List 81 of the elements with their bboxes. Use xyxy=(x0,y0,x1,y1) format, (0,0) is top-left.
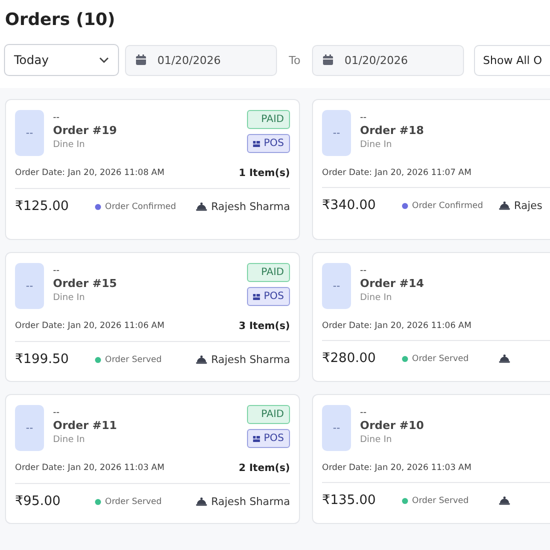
order-date: Order Date: Jan 20, 2026 11:08 AM xyxy=(15,168,164,179)
source-badge: POS xyxy=(247,134,290,153)
order-type: Dine In xyxy=(53,435,86,445)
order-type: Dine In xyxy=(53,293,86,303)
calendar-icon xyxy=(135,54,148,66)
chevron-down-icon xyxy=(99,57,110,63)
order-date: Order Date: Jan 20, 2026 11:03 AM xyxy=(322,463,472,473)
order-status: Order Served xyxy=(105,354,162,364)
item-count: 1 Item(s) xyxy=(238,168,290,179)
customer-name: -- xyxy=(360,408,368,418)
order-date: Order Date: Jan 20, 2026 11:07 AM xyxy=(322,168,472,178)
order-type: Dine In xyxy=(53,140,86,150)
payment-status-badge: PAID xyxy=(247,110,290,129)
from-date-field[interactable]: 01/20/2026 xyxy=(125,44,277,76)
order-avatar: -- xyxy=(322,405,351,451)
order-card[interactable]: -- -- Order #11 Dine In PAID POS Order Date: Jan 20, 2026 11:03 AM 2 Item(s) ₹95.00 Order Served Rajesh Sharma xyxy=(5,394,300,524)
calendar-icon xyxy=(322,54,334,66)
to-label: To xyxy=(288,54,300,66)
order-date: Order Date: Jan 20, 2026 11:03 AM xyxy=(15,463,164,474)
order-number: Order #19 xyxy=(53,124,118,137)
order-avatar: -- xyxy=(15,110,44,156)
server-name: Rajes xyxy=(514,200,542,212)
order-status: Order Served xyxy=(412,354,469,364)
server-name: Rajesh Sharma xyxy=(211,200,290,212)
order-number: Order #10 xyxy=(360,419,425,432)
order-avatar: -- xyxy=(15,263,44,309)
order-number: Order #18 xyxy=(360,124,425,137)
order-avatar: -- xyxy=(15,405,44,451)
register-icon xyxy=(252,140,260,146)
status-filter-dropdown[interactable]: Show All O xyxy=(474,44,550,76)
waiter-icon xyxy=(498,353,511,364)
payment-status-badge: PAID xyxy=(247,405,290,424)
waiter-icon xyxy=(498,200,511,211)
order-type: Dine In xyxy=(360,140,393,150)
waiter-icon xyxy=(195,354,208,365)
order-number: Order #15 xyxy=(53,277,118,290)
customer-name: -- xyxy=(53,266,60,276)
page-title: Orders (10) xyxy=(5,10,116,30)
waiter-icon xyxy=(195,496,208,507)
register-icon xyxy=(252,294,260,300)
order-number: Order #11 xyxy=(53,419,118,432)
order-card[interactable]: -- -- Order #18 Dine In Order Date: Jan 20, 2026 11:07 AM ₹340.00 Order Confirmed Rajes xyxy=(312,99,550,240)
customer-name: -- xyxy=(360,113,368,123)
source-badge: POS xyxy=(247,429,290,448)
order-date: Order Date: Jan 20, 2026 11:06 AM xyxy=(322,321,472,331)
order-total: ₹125.00 xyxy=(15,199,70,214)
order-avatar: -- xyxy=(322,110,351,156)
customer-name: -- xyxy=(53,113,60,123)
range-dropdown[interactable]: Today xyxy=(4,44,120,76)
date-value: 01/20/2026 xyxy=(157,54,221,66)
order-total: ₹135.00 xyxy=(322,493,377,508)
item-count: 2 Item(s) xyxy=(238,463,290,474)
server-name: Rajesh Sharma xyxy=(211,354,290,366)
order-total: ₹199.50 xyxy=(15,352,70,367)
date-value: 01/20/2026 xyxy=(344,54,408,66)
order-status: Order Served xyxy=(105,496,162,506)
customer-name: -- xyxy=(360,266,368,276)
order-card[interactable]: -- -- Order #15 Dine In PAID POS Order Date: Jan 20, 2026 11:06 AM 3 Item(s) ₹199.50 Order Served Rajesh Sharma xyxy=(5,252,300,382)
order-type: Dine In xyxy=(360,293,393,303)
order-total: ₹340.00 xyxy=(322,198,377,213)
order-card[interactable]: -- -- Order #14 Dine In Order Date: Jan 20, 2026 11:06 AM ₹280.00 Order Served xyxy=(312,252,550,382)
item-count: 3 Item(s) xyxy=(238,321,290,332)
order-number: Order #14 xyxy=(360,277,425,290)
order-status: Order Confirmed xyxy=(412,200,483,210)
source-badge: POS xyxy=(247,287,290,306)
order-card[interactable]: -- -- Order #10 Dine In Order Date: Jan 20, 2026 11:03 AM ₹135.00 Order Served xyxy=(312,394,550,524)
order-card[interactable]: -- -- Order #19 Dine In PAID POS Order Date: Jan 20, 2026 11:08 AM 1 Item(s) ₹125.00 Order Confirmed Rajesh Sharma xyxy=(5,99,300,240)
waiter-icon xyxy=(498,495,511,506)
order-total: ₹280.00 xyxy=(322,351,377,366)
order-date: Order Date: Jan 20, 2026 11:06 AM xyxy=(15,321,164,332)
order-avatar: -- xyxy=(322,263,351,309)
order-status: Order Served xyxy=(412,496,469,506)
server-name: Rajesh Sharma xyxy=(211,496,290,508)
order-status: Order Confirmed xyxy=(105,202,176,212)
payment-status-badge: PAID xyxy=(247,263,290,282)
order-total: ₹95.00 xyxy=(15,494,62,509)
waiter-icon xyxy=(195,201,208,212)
order-type: Dine In xyxy=(360,435,393,445)
to-date-field[interactable]: 01/20/2026 xyxy=(312,44,464,76)
customer-name: -- xyxy=(53,408,60,418)
register-icon xyxy=(252,436,260,442)
